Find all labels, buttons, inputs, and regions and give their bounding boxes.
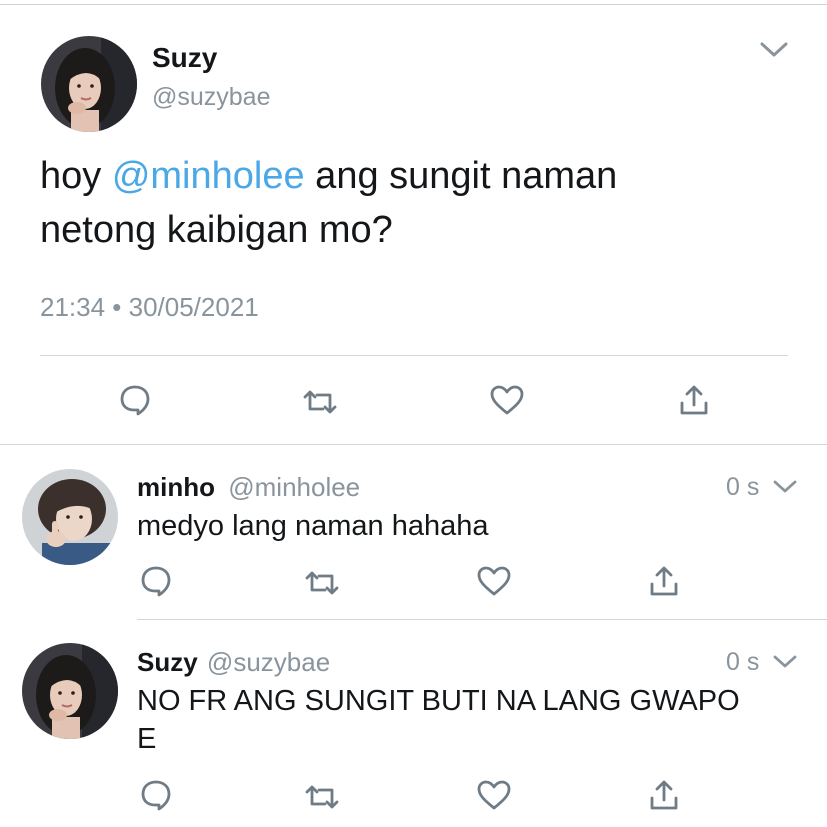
actions-divider <box>40 355 788 356</box>
like-icon <box>477 566 511 596</box>
like-button[interactable] <box>474 561 514 601</box>
reply-header: minho @minholee <box>137 472 360 503</box>
share-button[interactable] <box>644 561 684 601</box>
avatar-image <box>22 643 118 739</box>
share-icon <box>650 566 678 596</box>
reply-button[interactable] <box>115 380 155 420</box>
avatar-suzy[interactable] <box>41 36 137 132</box>
avatar-image <box>41 36 137 132</box>
retweet-icon <box>305 571 339 595</box>
section-divider <box>0 444 827 445</box>
reply-text: medyo lang naman hahaha <box>137 510 489 542</box>
reply-handle[interactable]: @minholee <box>228 472 360 502</box>
main-tweet-text-line1: hoy @minholee ang sungit naman <box>40 152 617 200</box>
retweet-button[interactable] <box>302 777 342 817</box>
main-timestamp[interactable]: 21:34 • 30/05/2021 <box>40 292 259 323</box>
like-icon <box>477 780 511 810</box>
mention-link[interactable]: @minholee <box>112 155 305 197</box>
main-handle[interactable]: @suzybae <box>152 83 271 112</box>
share-icon <box>680 385 708 415</box>
reply-button[interactable] <box>136 561 176 601</box>
retweet-button[interactable] <box>300 382 340 422</box>
avatar-minho[interactable] <box>22 469 118 565</box>
reply-icon <box>120 385 150 416</box>
chevron-down-icon[interactable] <box>770 476 800 498</box>
reply-button[interactable] <box>136 775 176 815</box>
reply-icon <box>141 566 171 597</box>
share-icon <box>650 780 678 810</box>
reply-text-line2: E <box>137 723 157 755</box>
chevron-down-icon[interactable] <box>757 38 791 62</box>
reply-time[interactable]: 0 s <box>726 648 759 677</box>
reply-handle[interactable]: @suzybae <box>207 647 330 677</box>
main-display-name[interactable]: Suzy <box>152 42 217 74</box>
reply-time[interactable]: 0 s <box>726 473 759 502</box>
avatar-suzy[interactable] <box>22 643 118 739</box>
reply-divider <box>137 619 827 620</box>
top-divider <box>0 4 827 5</box>
main-tweet-text-line2: netong kaibigan mo? <box>40 209 393 251</box>
reply-display-name[interactable]: Suzy <box>137 647 198 677</box>
avatar-image <box>22 469 118 565</box>
reply-text-line1: NO FR ANG SUNGIT BUTI NA LANG GWAPO <box>137 685 740 717</box>
chevron-down-icon[interactable] <box>770 651 800 673</box>
reply-header: Suzy @suzybae <box>137 647 330 678</box>
like-button[interactable] <box>487 380 527 420</box>
retweet-icon <box>305 785 339 809</box>
like-button[interactable] <box>474 775 514 815</box>
tweet-text: hoy <box>40 155 112 197</box>
share-button[interactable] <box>644 775 684 815</box>
retweet-button[interactable] <box>302 563 342 603</box>
like-icon <box>490 385 524 415</box>
share-button[interactable] <box>674 380 714 420</box>
reply-display-name[interactable]: minho <box>137 472 215 502</box>
tweet-text: ang sungit naman <box>304 155 618 197</box>
retweet-icon <box>303 390 337 414</box>
reply-icon <box>141 780 171 811</box>
